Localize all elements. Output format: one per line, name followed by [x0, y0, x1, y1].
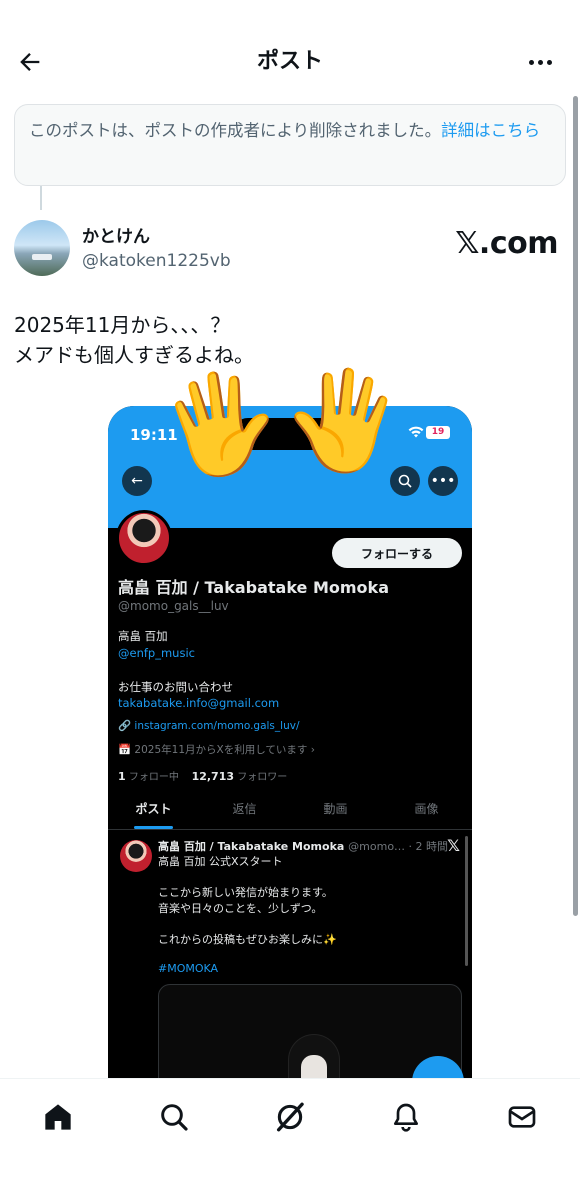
- page-scrollbar[interactable]: [573, 96, 578, 916]
- home-icon: [45, 1104, 71, 1130]
- embedded-post-avatar: [120, 840, 152, 872]
- grok-icon: [276, 1102, 304, 1132]
- details-link[interactable]: 詳細はこちら: [441, 121, 540, 140]
- more-dots-icon: [528, 59, 534, 65]
- nav-home-button[interactable]: [38, 1097, 78, 1137]
- top-app-bar: ポスト: [0, 0, 580, 96]
- more-dot: [537, 59, 543, 65]
- embedded-post-meta: @momo… · 2 時間: [348, 840, 449, 853]
- tweet-text: 2025年11月から、、、？ メアドも個人すぎるよね。: [14, 313, 254, 367]
- embedded-back-icon: ←: [122, 466, 152, 496]
- embedded-post-author: 高畠 百加 / Takabatake Momoka: [158, 840, 345, 853]
- embedded-follow-button: フォローする: [332, 538, 462, 568]
- avatar-detail: [32, 254, 52, 260]
- nav-grok-button[interactable]: [270, 1097, 310, 1137]
- embedded-profile-tabs: ポスト 返信 動画 画像: [108, 796, 472, 830]
- embedded-follow-stats: 1 フォロー中 12,713 フォロワー: [118, 768, 287, 783]
- embedded-bio-link: 🔗 instagram.com/momo.gals_luv/: [118, 720, 300, 732]
- embedded-scrollbar: [465, 836, 468, 966]
- embedded-bio-email: takabatake.info@gmail.com: [118, 696, 280, 710]
- embedded-joined-text: 2025年11月からXを利用しています: [134, 744, 308, 756]
- raised-hand-emoji: 🖐: [276, 356, 411, 484]
- embedded-post-line: 音楽や日々のことを、少しずつ。: [158, 902, 323, 915]
- embedded-post-hashtag: #MOMOKA: [158, 962, 219, 975]
- embedded-post-line: 高畠 百加 公式Xスタート: [158, 855, 283, 868]
- embedded-profile-handle: @momo_gals__luv: [118, 599, 229, 613]
- wifi-icon: [408, 426, 424, 442]
- embedded-tab-replies: 返信: [232, 802, 257, 816]
- bell-icon: [394, 1103, 418, 1132]
- embedded-post-media: [158, 984, 462, 1078]
- search-icon: [161, 1104, 188, 1131]
- embedded-bio-mention: @enfp_music: [118, 646, 195, 660]
- deleted-notice-text: このポストは、ポストの作成者により削除されました。: [29, 121, 442, 140]
- embedded-joined-date: 📅 2025年11月からXを利用しています ›: [118, 744, 315, 756]
- nav-search-button[interactable]: [154, 1097, 194, 1137]
- page-title: ポスト: [256, 49, 323, 74]
- raised-hand-emoji: 🖐: [151, 358, 289, 490]
- attached-image[interactable]: 19:11 19 ← ••• フォローする 高畠 百加 / Takabatake…: [108, 406, 472, 1078]
- embedded-profile-avatar: [116, 510, 172, 566]
- more-dot: [546, 59, 552, 65]
- mail-icon: [508, 1106, 536, 1128]
- thread-connector: [40, 186, 42, 210]
- author-handle[interactable]: @katoken1225vb: [82, 250, 231, 272]
- media-face: [301, 1055, 327, 1078]
- following-label: フォロー中: [128, 772, 179, 783]
- embedded-profile-name: 高畠 百加 / Takabatake Momoka: [118, 578, 389, 597]
- battery-icon: 19: [426, 426, 450, 439]
- embedded-tab-images: 画像: [414, 802, 439, 816]
- embedded-post-line: ここから新しい発信が始まります。: [158, 886, 333, 899]
- deleted-post-notice: このポストは、ポストの作成者により削除されました。詳細はこちら: [14, 104, 566, 186]
- embedded-more-icon: •••: [428, 466, 458, 496]
- x-logo-icon: 𝕏: [447, 836, 460, 855]
- embedded-tab-posts: ポスト: [108, 796, 199, 829]
- author-display-name[interactable]: かとけん: [82, 226, 150, 248]
- embedded-bio-contact-label: お仕事のお問い合わせ: [118, 680, 233, 694]
- embedded-post-header: 高畠 百加 / Takabatake Momoka @momo… · 2 時間: [158, 838, 448, 854]
- embedded-bio-link-text: instagram.com/momo.gals_luv/: [134, 720, 300, 732]
- embedded-post-line: これからの投稿もぜひお楽しみに✨: [158, 933, 337, 946]
- followers-count: 12,713: [191, 770, 235, 783]
- avatar[interactable]: [14, 220, 70, 276]
- following-count: 1: [118, 770, 126, 783]
- bottom-navigation: [0, 1078, 580, 1200]
- nav-messages-button[interactable]: [502, 1097, 542, 1137]
- embedded-bio-name: 高畠 百加: [118, 629, 168, 643]
- more-options-button[interactable]: [522, 46, 558, 78]
- x-com-logo: 𝕏.com: [455, 226, 558, 261]
- embedded-tab-videos: 動画: [323, 802, 348, 816]
- nav-notifications-button[interactable]: [386, 1097, 426, 1137]
- followers-label: フォロワー: [237, 772, 288, 783]
